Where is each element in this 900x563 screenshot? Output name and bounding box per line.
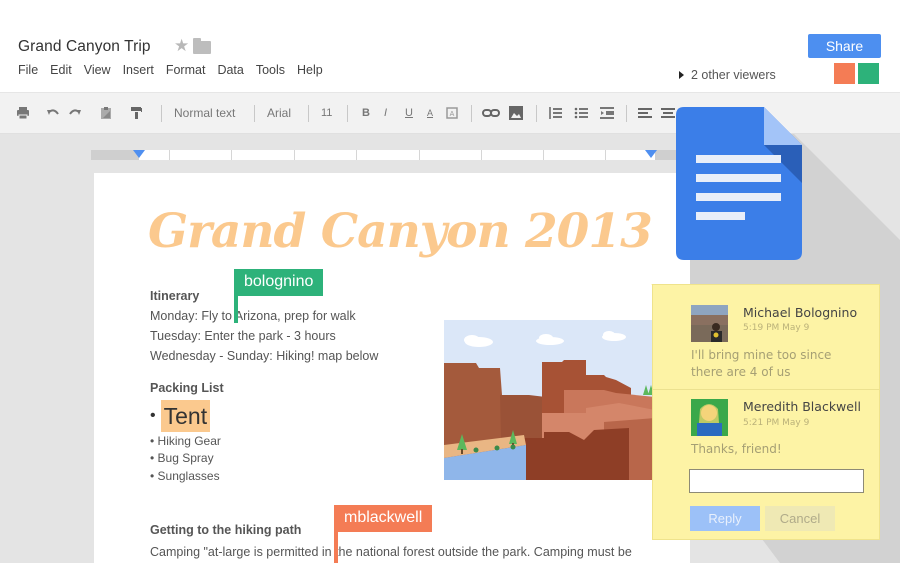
comment-text-line: there are 4 of us	[691, 365, 791, 379]
folder-icon[interactable]	[193, 37, 212, 54]
collaborator-cursor	[334, 531, 338, 563]
itinerary-line: Tuesday: Enter the park - 3 hours	[150, 329, 336, 343]
itinerary-heading: Itinerary	[150, 289, 200, 303]
text-color-button[interactable]: A	[427, 93, 433, 133]
left-indent-marker[interactable]	[133, 150, 145, 158]
link-icon[interactable]	[482, 106, 500, 120]
avatar-michael-bolognino	[691, 305, 728, 342]
underline-button[interactable]: U	[405, 93, 413, 133]
ruler-tick	[419, 150, 420, 160]
menu-bar: File Edit View Insert Format Data Tools …	[18, 63, 335, 77]
insert-image-icon[interactable]	[509, 106, 523, 120]
viewer-avatar-orange[interactable]	[834, 63, 855, 84]
path-paragraph: Camping "at-large is permitted in the na…	[150, 545, 632, 559]
comment-divider	[653, 389, 879, 390]
collaborator-flag-mblackwell: mblackwell	[334, 505, 433, 532]
ruler-tick	[605, 150, 606, 160]
undo-icon[interactable]	[46, 106, 60, 120]
packing-item-highlighted: • Tent	[150, 400, 211, 432]
font-size-select[interactable]: 11	[321, 93, 332, 133]
bullet: •	[150, 407, 156, 424]
toolbar-separator	[347, 105, 348, 122]
menu-file[interactable]: File	[18, 63, 38, 77]
canyon-illustration[interactable]	[444, 320, 655, 480]
packing-heading: Packing List	[150, 381, 224, 395]
bold-button[interactable]: B	[362, 93, 370, 133]
itinerary-line: Monday: Fly to Arizona, prep for walk	[150, 309, 356, 323]
align-center-icon[interactable]	[661, 106, 675, 120]
other-viewers[interactable]: 2 other viewers	[679, 68, 776, 82]
ruler	[91, 150, 691, 160]
comment-time: 5:19 PM May 9	[743, 323, 810, 333]
numbered-list-icon[interactable]	[548, 106, 562, 120]
collaborator-flag-bolognino: bolognino	[234, 269, 324, 296]
menu-format[interactable]: Format	[166, 63, 206, 77]
right-indent-marker[interactable]	[645, 150, 657, 158]
align-left-icon[interactable]	[638, 106, 652, 120]
menu-help[interactable]: Help	[297, 63, 323, 77]
star-icon[interactable]: ★	[174, 37, 189, 54]
itinerary-line: Wednesday - Sunday: Hiking! map below	[150, 349, 379, 363]
menu-data[interactable]: Data	[217, 63, 243, 77]
viewers-label: 2 other viewers	[691, 68, 776, 82]
header: Grand Canyon Trip ★ File Edit View Inser…	[0, 0, 900, 92]
comment-thread: Michael Bolognino 5:19 PM May 9 I'll bri…	[652, 284, 880, 540]
comment-author: Michael Bolognino	[743, 305, 858, 320]
comment-text-line: I'll bring mine too since	[691, 348, 832, 362]
packing-item: • Sunglasses	[150, 469, 220, 483]
style-select[interactable]: Normal text	[174, 93, 235, 133]
ruler-tick	[543, 150, 544, 160]
svg-text:A: A	[450, 111, 455, 118]
highlight-color-icon[interactable]: A	[446, 107, 458, 119]
ruler-tick	[169, 150, 170, 160]
path-heading: Getting to the hiking path	[150, 523, 302, 537]
highlighted-text: Tent	[160, 400, 211, 432]
document-title[interactable]: Grand Canyon Trip	[18, 38, 151, 56]
italic-button[interactable]: I	[384, 93, 387, 133]
expand-arrow-icon	[679, 71, 684, 79]
redo-icon[interactable]	[68, 106, 82, 120]
reply-button[interactable]: Reply	[690, 506, 760, 531]
ruler-tick	[231, 150, 232, 160]
google-docs-logo-icon	[676, 107, 802, 260]
comment-text: I'll bring mine too since there are 4 of…	[691, 347, 831, 381]
comment-author: Meredith Blackwell	[743, 399, 861, 414]
toolbar-separator	[471, 105, 472, 122]
ruler-tick	[294, 150, 295, 160]
reply-input[interactable]	[689, 469, 864, 493]
paste-format-icon[interactable]	[99, 106, 113, 120]
share-button[interactable]: Share	[808, 34, 881, 58]
indent-icon[interactable]	[600, 106, 614, 120]
toolbar-separator	[254, 105, 255, 122]
ruler-tick	[481, 150, 482, 160]
bulleted-list-icon[interactable]	[574, 106, 588, 120]
font-select[interactable]: Arial	[267, 93, 291, 133]
comment-time: 5:21 PM May 9	[743, 418, 810, 428]
ruler-tick	[356, 150, 357, 160]
avatar-meredith-blackwell	[691, 399, 728, 436]
toolbar-separator	[308, 105, 309, 122]
document-heading: Grand Canyon 2013	[148, 204, 653, 259]
toolbar-separator	[626, 105, 627, 122]
viewer-avatar-green[interactable]	[858, 63, 879, 84]
cancel-button[interactable]: Cancel	[765, 506, 835, 531]
packing-item: • Hiking Gear	[150, 434, 221, 448]
packing-item: • Bug Spray	[150, 451, 214, 465]
toolbar-separator	[161, 105, 162, 122]
comment-text: Thanks, friend!	[691, 442, 782, 456]
ruler-content-area	[139, 150, 655, 160]
menu-insert[interactable]: Insert	[123, 63, 154, 77]
menu-view[interactable]: View	[84, 63, 111, 77]
collaborator-cursor	[234, 295, 238, 323]
title-icons: ★	[174, 37, 212, 54]
menu-edit[interactable]: Edit	[50, 63, 72, 77]
paint-format-icon[interactable]	[129, 106, 143, 120]
print-icon[interactable]	[16, 106, 30, 120]
toolbar-separator	[536, 105, 537, 122]
menu-tools[interactable]: Tools	[256, 63, 285, 77]
